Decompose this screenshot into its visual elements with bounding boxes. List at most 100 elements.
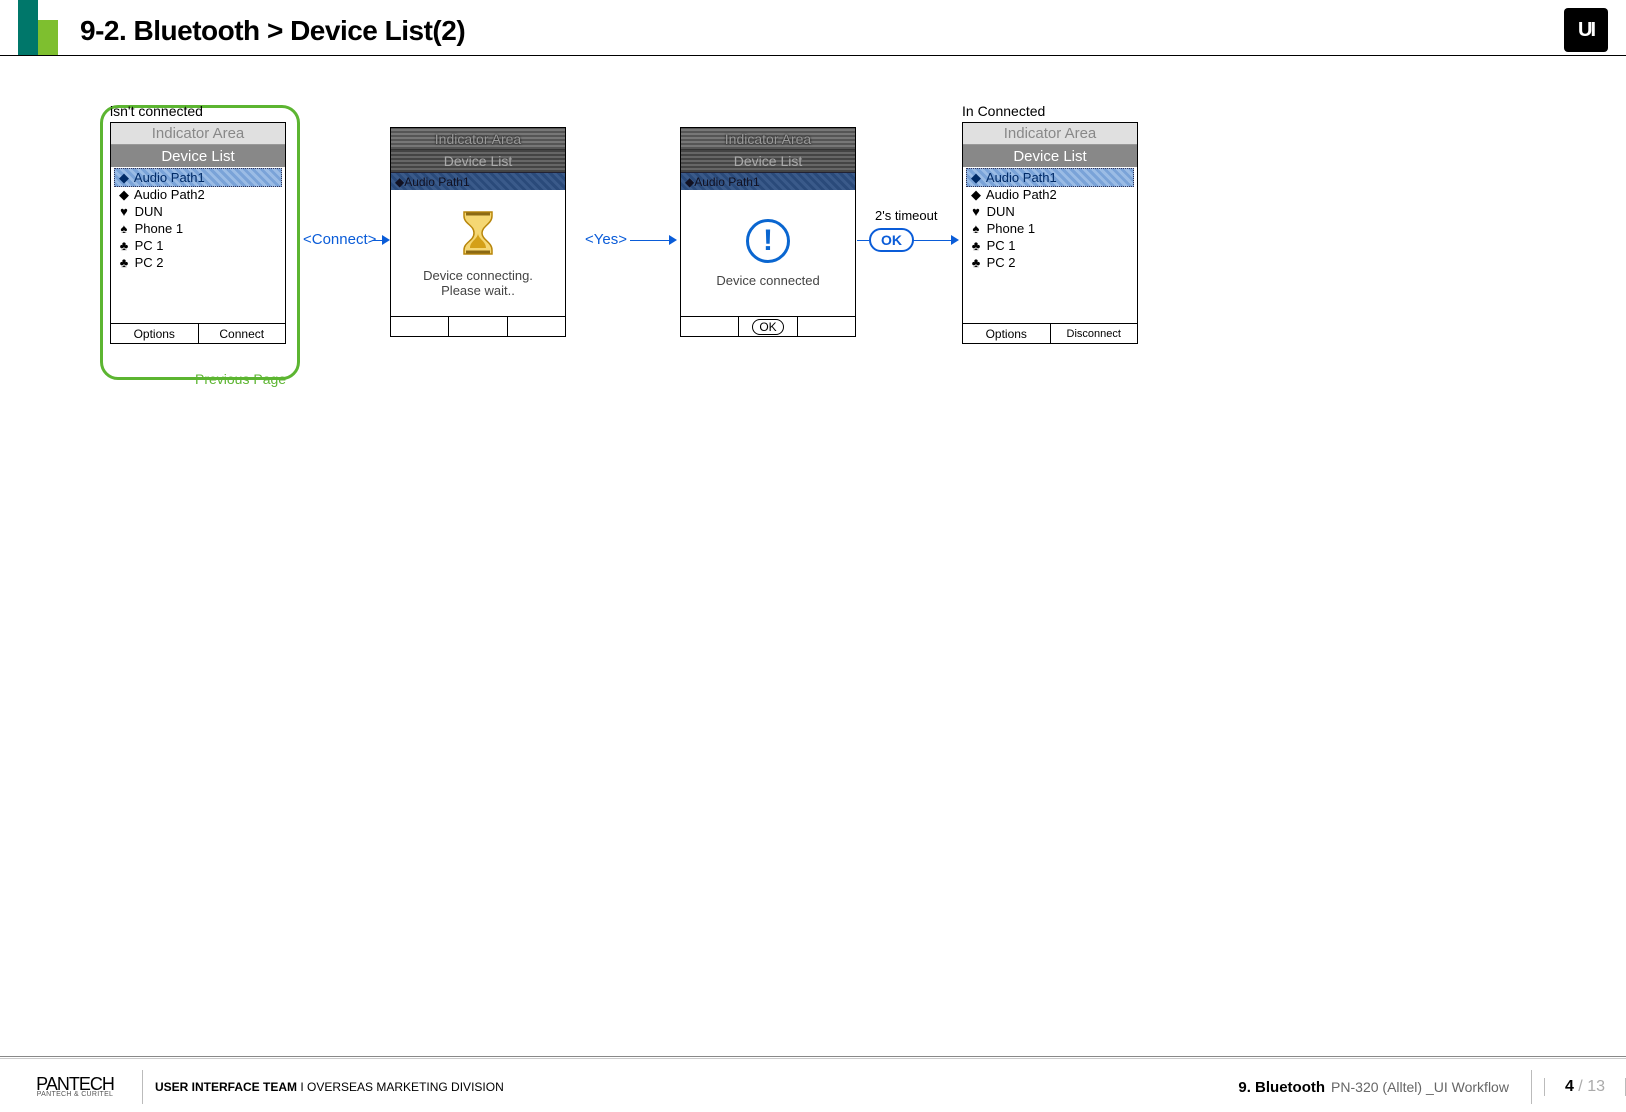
section-sub: PN-320 (Alltel) _UI Workflow xyxy=(1331,1079,1509,1095)
page-title: 9-2. Bluetooth > Device List(2) xyxy=(80,15,465,47)
diamond-icon: ◆ xyxy=(969,169,983,186)
alert-icon: ! xyxy=(746,219,790,263)
device-list-header: Device List xyxy=(111,145,285,167)
device-list-header-dimmed: Device List xyxy=(391,150,565,172)
team-sep: I xyxy=(297,1080,307,1094)
device-list-header-dimmed: Device List xyxy=(681,150,855,172)
list-item-label: Phone 1 xyxy=(135,221,183,236)
spade-icon: ♠ xyxy=(117,220,131,237)
list-item-label: PC 2 xyxy=(135,255,164,270)
status-text: Please wait.. xyxy=(441,283,515,298)
list-item[interactable]: ♣ PC 1 xyxy=(967,237,1133,254)
page: 9-2. Bluetooth > Device List(2) UI isn't… xyxy=(0,0,1626,1112)
softkey-bar xyxy=(391,316,565,336)
list-item-label: Audio Path2 xyxy=(134,187,205,202)
list-item[interactable]: ♥ DUN xyxy=(967,203,1133,220)
softkey-right[interactable] xyxy=(508,317,565,336)
screen4-caption: In Connected xyxy=(962,103,1045,119)
indicator-area-dimmed: Indicator Area xyxy=(681,128,855,150)
list-item[interactable]: ♠ Phone 1 xyxy=(967,220,1133,237)
list-item[interactable]: ♥ DUN xyxy=(115,203,281,220)
header-rule xyxy=(0,55,1626,56)
divider xyxy=(1531,1070,1532,1104)
status-text: Device connecting. xyxy=(423,268,533,283)
footer-rule xyxy=(0,1056,1626,1057)
softkey-disconnect[interactable]: Disconnect xyxy=(1051,324,1138,343)
brand-logo: PANTECH PANTECH & CURITEL xyxy=(20,1077,130,1098)
dim-row-label: Audio Path1 xyxy=(404,175,469,189)
list-item[interactable]: ◆ Audio Path2 xyxy=(115,186,281,203)
page-total: 13 xyxy=(1587,1078,1605,1095)
list-item[interactable]: ♣ PC 2 xyxy=(967,254,1133,271)
softkey-right xyxy=(798,317,855,336)
arrow-connect-label: <Connect> xyxy=(303,231,376,248)
screen1-device-list: Indicator Area Device List ◆ Audio Path1… xyxy=(110,122,286,344)
dimmed-header: Indicator Area Device List ◆ Audio Path1 xyxy=(391,128,565,190)
ok-label: OK xyxy=(752,319,783,335)
header-stripe-green xyxy=(38,20,58,55)
softkey-connect[interactable]: Connect xyxy=(199,324,286,343)
arrow-head-icon xyxy=(669,235,677,245)
selected-row-dimmed: ◆ Audio Path1 xyxy=(681,172,855,190)
list-item-label: DUN xyxy=(135,204,163,219)
list-item[interactable]: ◆ Audio Path1 xyxy=(114,168,282,187)
arrow-head-icon xyxy=(951,235,959,245)
softkey-options[interactable]: Options xyxy=(963,324,1051,343)
device-list-header: Device List xyxy=(963,145,1137,167)
section-num: 9. Bluetooth xyxy=(1238,1079,1325,1096)
club-icon: ♣ xyxy=(969,254,983,271)
page-sep: / xyxy=(1574,1078,1587,1095)
spade-icon: ♠ xyxy=(969,220,983,237)
section-label: 9. Bluetooth xyxy=(1238,1079,1325,1096)
softkey-mid[interactable] xyxy=(449,317,507,336)
heart-icon: ♥ xyxy=(117,203,131,220)
screen2-connecting: Indicator Area Device List ◆ Audio Path1… xyxy=(390,127,566,337)
screen3-connected: Indicator Area Device List ◆ Audio Path1… xyxy=(680,127,856,337)
page-current: 4 xyxy=(1565,1078,1574,1095)
screen4-device-list: Indicator Area Device List ◆ Audio Path1… xyxy=(962,122,1138,344)
arrow-line xyxy=(857,240,869,241)
brand-name: PANTECH xyxy=(20,1077,130,1091)
page-number: 4 / 13 xyxy=(1544,1078,1626,1096)
timeout-label: 2's timeout xyxy=(875,208,937,223)
arrow-head-icon xyxy=(382,235,390,245)
list-item[interactable]: ♣ PC 2 xyxy=(115,254,281,271)
club-icon: ♣ xyxy=(117,237,131,254)
diamond-icon: ◆ xyxy=(117,169,131,186)
hourglass-icon xyxy=(460,210,496,256)
list-item-label: PC 2 xyxy=(987,255,1016,270)
device-list: ◆ Audio Path1 ◆ Audio Path2 ♥ DUN ♠ Phon… xyxy=(963,167,1137,323)
list-item-label: Audio Path1 xyxy=(986,170,1057,185)
list-item-label: PC 1 xyxy=(987,238,1016,253)
dimmed-header: Indicator Area Device List ◆ Audio Path1 xyxy=(681,128,855,190)
list-item-label: DUN xyxy=(987,204,1015,219)
arrow-yes-label: <Yes> xyxy=(585,231,627,248)
status-text: Device connected xyxy=(716,273,819,288)
indicator-area: Indicator Area xyxy=(963,123,1137,145)
softkey-bar: Options Connect xyxy=(111,323,285,343)
list-item-label: PC 1 xyxy=(135,238,164,253)
list-item-label: Phone 1 xyxy=(987,221,1035,236)
softkey-ok[interactable]: OK xyxy=(739,317,797,336)
previous-page-label: Previous Page xyxy=(195,371,286,387)
team-rest: OVERSEAS MARKETING DIVISION xyxy=(307,1080,504,1094)
list-item-label: Audio Path1 xyxy=(134,170,205,185)
arrow-line xyxy=(630,240,670,241)
device-list: ◆ Audio Path1 ◆ Audio Path2 ♥ DUN ♠ Phon… xyxy=(111,167,285,323)
club-icon: ♣ xyxy=(117,254,131,271)
softkey-options[interactable]: Options xyxy=(111,324,199,343)
list-item[interactable]: ◆ Audio Path2 xyxy=(967,186,1133,203)
divider xyxy=(142,1070,143,1104)
logo-ui-icon: UI xyxy=(1564,8,1608,52)
indicator-area-dimmed: Indicator Area xyxy=(391,128,565,150)
list-item[interactable]: ◆ Audio Path1 xyxy=(966,168,1134,187)
indicator-area: Indicator Area xyxy=(111,123,285,145)
softkey-left[interactable] xyxy=(391,317,449,336)
diamond-icon: ◆ xyxy=(969,186,983,203)
arrow-line xyxy=(912,240,952,241)
selected-row-dimmed: ◆ Audio Path1 xyxy=(391,172,565,190)
list-item[interactable]: ♠ Phone 1 xyxy=(115,220,281,237)
list-item[interactable]: ♣ PC 1 xyxy=(115,237,281,254)
dialog-body: Device connecting. Please wait.. xyxy=(391,191,565,316)
softkey-bar: Options Disconnect xyxy=(963,323,1137,343)
